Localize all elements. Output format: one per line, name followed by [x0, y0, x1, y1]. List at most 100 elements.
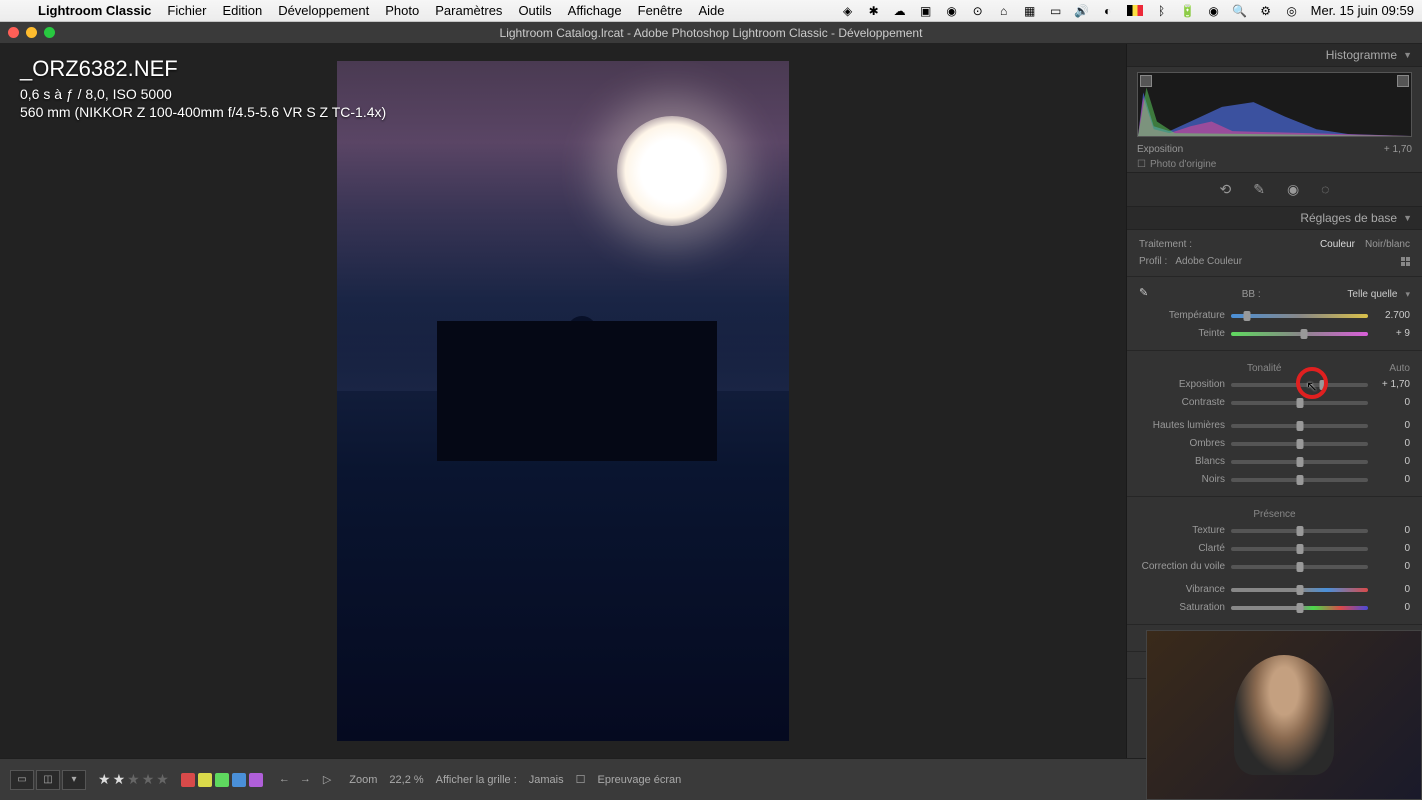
status-icon[interactable]: ▦ — [1023, 4, 1037, 18]
grid-value[interactable]: Jamais — [529, 774, 564, 786]
mask-tool-icon[interactable]: ◌ — [1321, 181, 1329, 198]
saturation-value[interactable]: 0 — [1374, 602, 1410, 613]
minimize-button[interactable] — [26, 27, 37, 38]
menu-outils[interactable]: Outils — [518, 3, 551, 18]
status-icon[interactable]: ◉ — [945, 4, 959, 18]
color-purple[interactable] — [249, 773, 263, 787]
status-icon[interactable]: ✱ — [867, 4, 881, 18]
menu-aide[interactable]: Aide — [698, 3, 724, 18]
whites-value[interactable]: 0 — [1374, 456, 1410, 467]
menu-edition[interactable]: Edition — [222, 3, 262, 18]
status-icon[interactable]: ⌂ — [997, 4, 1011, 18]
wifi-icon[interactable]: ◉ — [1207, 4, 1221, 18]
whites-slider[interactable] — [1231, 460, 1368, 464]
temp-slider[interactable] — [1231, 314, 1368, 318]
view-survey-button[interactable]: ▾ — [62, 770, 86, 790]
maximize-button[interactable] — [44, 27, 55, 38]
color-yellow[interactable] — [198, 773, 212, 787]
texture-value[interactable]: 0 — [1374, 525, 1410, 536]
menubar-clock[interactable]: Mer. 15 juin 09:59 — [1311, 3, 1414, 18]
highlight-clip-indicator[interactable] — [1397, 75, 1409, 87]
close-button[interactable] — [8, 27, 19, 38]
wb-picker-icon[interactable]: ✎ — [1139, 286, 1155, 302]
bluetooth-icon[interactable]: ᛒ — [1155, 4, 1169, 18]
volume-icon[interactable]: 🔊 — [1075, 4, 1089, 18]
histogram[interactable] — [1137, 72, 1412, 137]
menu-photo[interactable]: Photo — [385, 3, 419, 18]
collapse-icon[interactable]: ▼ — [1403, 213, 1412, 223]
status-icon[interactable]: ☁ — [893, 4, 907, 18]
clarity-value[interactable]: 0 — [1374, 543, 1410, 554]
siri-icon[interactable]: ◎ — [1285, 4, 1299, 18]
star-icon[interactable]: ★ — [98, 771, 111, 788]
play-button[interactable]: ▷ — [317, 773, 337, 786]
shadows-value[interactable]: 0 — [1374, 438, 1410, 449]
next-button[interactable]: → — [296, 773, 315, 786]
tint-value[interactable]: + 9 — [1374, 328, 1410, 339]
menu-fenetre[interactable]: Fenêtre — [638, 3, 683, 18]
view-loupe-button[interactable]: ▭ — [10, 770, 34, 790]
basic-panel-header[interactable]: Réglages de base▼ — [1127, 207, 1422, 230]
blacks-value[interactable]: 0 — [1374, 474, 1410, 485]
softproof-label[interactable]: Epreuvage écran — [597, 774, 681, 786]
auto-button[interactable]: Auto — [1389, 363, 1410, 374]
clarity-slider[interactable] — [1231, 547, 1368, 551]
menu-fichier[interactable]: Fichier — [167, 3, 206, 18]
view-compare-button[interactable]: ◫ — [36, 770, 60, 790]
star-icon[interactable]: ★ — [113, 771, 126, 788]
search-icon[interactable]: 🔍 — [1233, 4, 1247, 18]
crop-tool-icon[interactable]: ⟲ — [1219, 181, 1231, 198]
treatment-color[interactable]: Couleur — [1320, 239, 1355, 250]
color-blue[interactable] — [232, 773, 246, 787]
star-icon[interactable]: ★ — [156, 771, 169, 788]
exposure-slider[interactable] — [1231, 383, 1368, 387]
status-icon[interactable]: ⊙ — [971, 4, 985, 18]
checkbox-icon[interactable]: ☐ — [576, 773, 586, 786]
menu-developpement[interactable]: Développement — [278, 3, 369, 18]
saturation-slider[interactable] — [1231, 606, 1368, 610]
menu-app-name[interactable]: Lightroom Classic — [38, 3, 151, 18]
histogram-header[interactable]: Histogramme▼ — [1127, 44, 1422, 67]
temp-value[interactable]: 2.700 — [1374, 310, 1410, 321]
prev-button[interactable]: ← — [275, 773, 294, 786]
apple-icon[interactable] — [8, 4, 22, 18]
vibrance-slider[interactable] — [1231, 588, 1368, 592]
redeye-tool-icon[interactable]: ◉ — [1287, 181, 1299, 198]
shadow-clip-indicator[interactable] — [1140, 75, 1152, 87]
tint-slider[interactable] — [1231, 332, 1368, 336]
status-icon[interactable]: ◈ — [841, 4, 855, 18]
highlights-slider[interactable] — [1231, 424, 1368, 428]
exposure-value[interactable]: + 1,70 — [1374, 379, 1410, 390]
dehaze-value[interactable]: 0 — [1374, 561, 1410, 572]
blacks-slider[interactable] — [1231, 478, 1368, 482]
color-green[interactable] — [215, 773, 229, 787]
original-photo-label[interactable]: Photo d'origine — [1150, 159, 1216, 170]
star-icon[interactable]: ★ — [142, 771, 155, 788]
dropdown-icon[interactable]: ▾ — [1405, 289, 1410, 300]
control-center-icon[interactable]: ⚙ — [1259, 4, 1273, 18]
profile-browser-icon[interactable] — [1401, 257, 1410, 266]
profile-value[interactable]: Adobe Couleur — [1175, 256, 1242, 267]
color-red[interactable] — [181, 773, 195, 787]
battery-icon[interactable]: 🔋 — [1181, 4, 1195, 18]
heal-tool-icon[interactable]: ✎ — [1253, 181, 1265, 198]
dehaze-slider[interactable] — [1231, 565, 1368, 569]
highlights-value[interactable]: 0 — [1374, 420, 1410, 431]
contrast-slider[interactable] — [1231, 401, 1368, 405]
wb-preset[interactable]: Telle quelle — [1347, 289, 1397, 300]
vibrance-value[interactable]: 0 — [1374, 584, 1410, 595]
shadows-slider[interactable] — [1231, 442, 1368, 446]
checkbox-icon[interactable]: ☐ — [1137, 159, 1146, 170]
flag-icon[interactable] — [1127, 5, 1143, 16]
status-icon[interactable]: ▭ — [1049, 4, 1063, 18]
image-canvas[interactable]: _ORZ6382.NEF 0,6 s à ƒ / 8,0, ISO 5000 5… — [0, 44, 1126, 758]
status-icon[interactable]: ▣ — [919, 4, 933, 18]
star-icon[interactable]: ★ — [127, 771, 140, 788]
status-icon[interactable]: ◐ — [1101, 4, 1115, 18]
texture-slider[interactable] — [1231, 529, 1368, 533]
treatment-bw[interactable]: Noir/blanc — [1365, 239, 1410, 250]
collapse-icon[interactable]: ▼ — [1403, 50, 1412, 60]
contrast-value[interactable]: 0 — [1374, 397, 1410, 408]
rating-stars[interactable]: ★ ★ ★ ★ ★ — [98, 771, 169, 788]
zoom-value[interactable]: 22,2 % — [389, 774, 423, 786]
